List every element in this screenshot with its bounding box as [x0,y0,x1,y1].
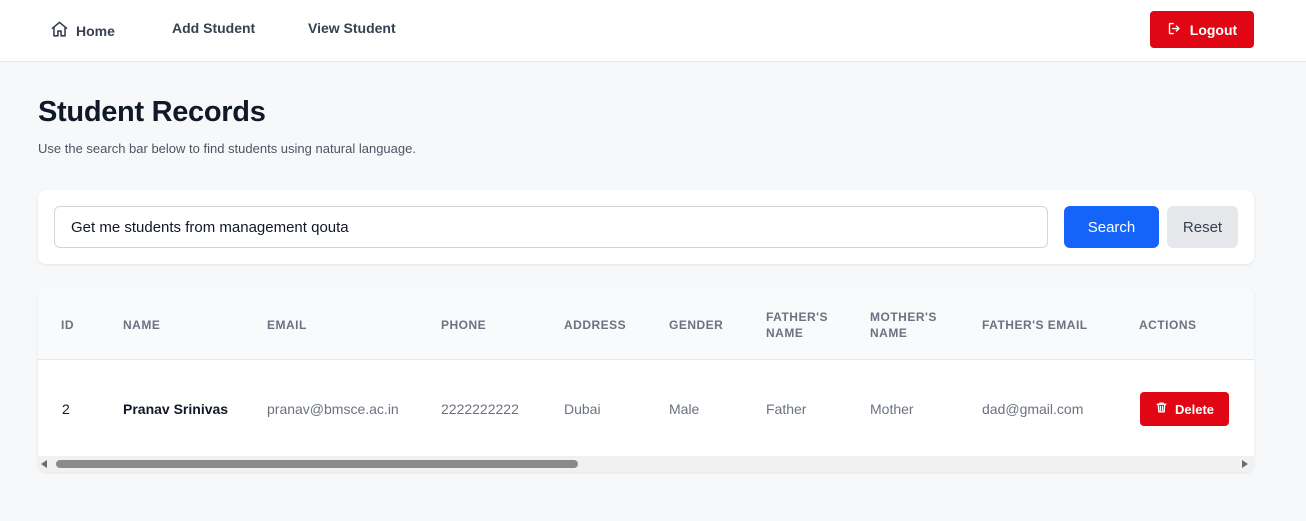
nav-add-student-label: Add Student [172,20,256,36]
logout-label: Logout [1189,21,1238,38]
cell-email: pranav@bmsce.ac.in [267,401,399,417]
table-header: ID NAME EMAIL PHONE ADDRESS GENDER FATHE… [38,288,1254,360]
page-title: Student Records [38,96,266,128]
logout-icon [1167,21,1182,39]
column-header-mothers-name-line1: MOTHER'S [870,310,937,324]
student-table: ID NAME EMAIL PHONE ADDRESS GENDER FATHE… [38,288,1254,472]
nav-view-student-link[interactable]: View Student [308,20,396,36]
scroll-left-arrow-icon[interactable] [41,460,47,468]
cell-id: 2 [62,401,70,417]
reset-button[interactable]: Reset [1167,206,1238,248]
cell-fathers-name: Father [766,401,807,417]
column-header-email: EMAIL [267,318,307,332]
search-card: Search Reset [38,190,1254,264]
column-header-phone: PHONE [441,318,487,332]
column-header-fathers-email: FATHER'S EMAIL [982,318,1088,332]
column-header-id: ID [61,318,74,332]
column-header-fathers-name-line2: NAME [766,326,804,340]
column-header-name: NAME [123,318,161,332]
nav-home-label: Home [76,23,115,39]
cell-mothers-name: Mother [870,401,914,417]
scroll-right-arrow-icon[interactable] [1242,460,1248,468]
column-header-fathers-name-line1: FATHER'S [766,310,828,324]
nav-add-student-link[interactable]: Add Student [172,20,255,36]
column-header-address: ADDRESS [564,318,627,332]
cell-phone: 2222222222 [441,401,519,417]
cell-address: Dubai [564,401,601,417]
trash-icon [1155,401,1168,417]
column-header-fathers-name: FATHER'S NAME [766,309,866,341]
column-header-mothers-name-line2: NAME [870,326,908,340]
nav-home-link[interactable]: Home [50,20,115,42]
nav-view-student-label: View Student [308,20,396,36]
cell-name: Pranav Srinivas [123,401,229,417]
horizontal-scrollbar[interactable] [38,456,1254,472]
search-input[interactable] [54,206,1048,248]
cell-gender: Male [669,401,700,417]
delete-label: Delete [1174,401,1215,417]
delete-button[interactable]: Delete [1140,392,1229,426]
top-navbar: Home Add Student View Student Logout [0,0,1306,62]
column-header-gender: GENDER [669,318,724,332]
logout-button[interactable]: Logout [1150,11,1254,48]
scrollbar-thumb[interactable] [56,460,578,468]
home-icon [50,20,69,42]
column-header-actions: ACTIONS [1139,318,1197,332]
page-subtitle: Use the search bar below to find student… [38,141,416,156]
search-button[interactable]: Search [1064,206,1159,248]
column-header-mothers-name: MOTHER'S NAME [870,309,970,341]
cell-fathers-email: dad@gmail.com [982,401,1084,417]
